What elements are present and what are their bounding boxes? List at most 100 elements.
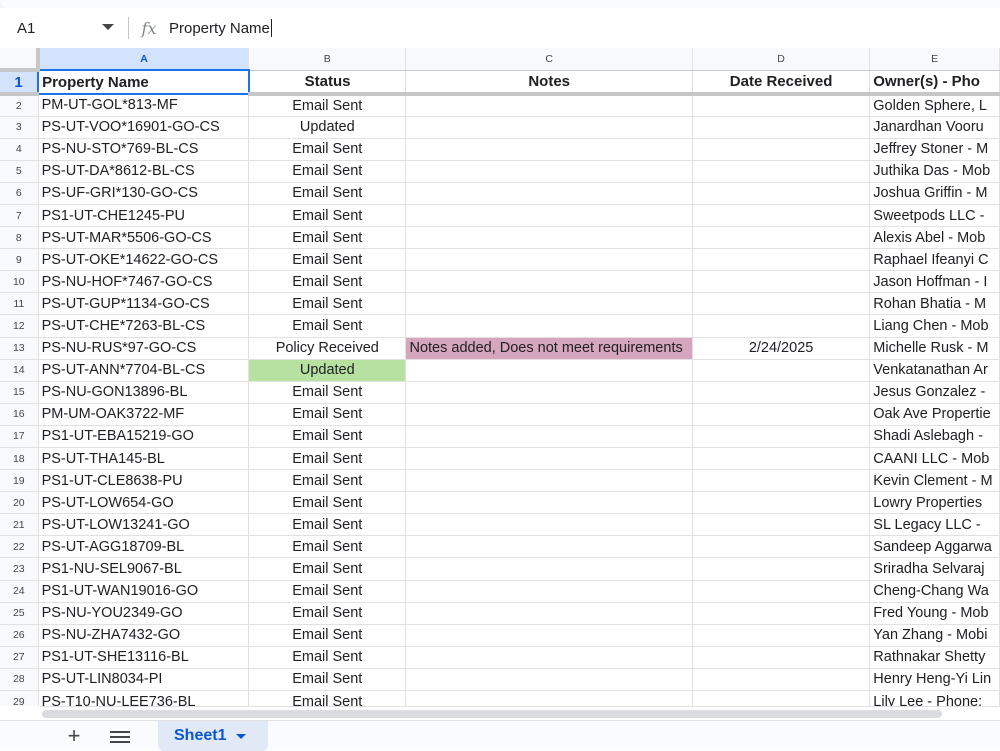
- grid-cell[interactable]: [405, 624, 693, 647]
- grid-cell[interactable]: Email Sent: [248, 535, 407, 559]
- grid-cell[interactable]: [405, 138, 693, 161]
- grid-cell[interactable]: [405, 491, 693, 515]
- grid-cell[interactable]: Email Sent: [248, 624, 407, 647]
- grid-cell[interactable]: [692, 116, 871, 139]
- chevron-down-icon[interactable]: [102, 24, 114, 30]
- grid-cell[interactable]: SL Legacy LLC -: [869, 513, 1000, 537]
- chevron-down-icon[interactable]: [236, 733, 247, 739]
- grid-cell[interactable]: [692, 557, 871, 581]
- grid-cell[interactable]: Jesus Gonzalez -: [869, 381, 1000, 404]
- grid-cell[interactable]: Henry Heng-Yi Lin: [869, 668, 1000, 692]
- grid-cell[interactable]: [692, 690, 871, 706]
- row-number[interactable]: 2: [0, 94, 39, 117]
- row-number[interactable]: 11: [0, 292, 39, 316]
- grid-cell[interactable]: [692, 668, 871, 692]
- grid-cell[interactable]: [405, 270, 693, 294]
- grid-cell[interactable]: Email Sent: [248, 248, 407, 272]
- row-number[interactable]: 17: [0, 425, 39, 449]
- grid-cell[interactable]: Email Sent: [248, 425, 407, 449]
- grid-cell[interactable]: PS-NU-ZHA7432-GO: [38, 624, 250, 647]
- grid-cell[interactable]: Michelle Rusk - M: [869, 337, 1000, 360]
- grid-cell[interactable]: [405, 403, 693, 426]
- grid-cell[interactable]: [405, 226, 693, 250]
- row-number[interactable]: 12: [0, 314, 39, 338]
- grid-cell[interactable]: [692, 182, 871, 205]
- grid-cell[interactable]: Email Sent: [248, 469, 407, 493]
- grid-cell[interactable]: PS-T10-NU-LEE736-BL: [38, 690, 250, 706]
- grid-cell[interactable]: [405, 425, 693, 449]
- grid-cell[interactable]: [692, 403, 871, 426]
- grid-cell[interactable]: Email Sent: [248, 226, 407, 250]
- grid-cell[interactable]: Sandeep Aggarwa: [869, 535, 1000, 559]
- grid-cell[interactable]: Alexis Abel - Mob: [869, 226, 1000, 250]
- grid-cell[interactable]: [692, 447, 871, 471]
- grid-cell[interactable]: Janardhan Vooru: [869, 116, 1000, 139]
- grid-cell[interactable]: [405, 557, 693, 581]
- header-cell[interactable]: Notes: [405, 70, 693, 96]
- grid-cell[interactable]: Email Sent: [248, 557, 407, 581]
- grid-cell[interactable]: PS-UT-VOO*16901-GO-CS: [38, 116, 250, 139]
- grid-cell[interactable]: PS-UF-GRI*130-GO-CS: [38, 182, 250, 205]
- grid-cell[interactable]: Email Sent: [248, 182, 407, 205]
- grid-cell[interactable]: Lowry Properties: [869, 491, 1000, 515]
- grid-cell[interactable]: Golden Sphere, L: [869, 94, 1000, 117]
- row-number[interactable]: 26: [0, 624, 39, 647]
- grid-cell[interactable]: PS-UT-OKE*14622-GO-CS: [38, 248, 250, 272]
- grid-cell[interactable]: [692, 226, 871, 250]
- grid-cell[interactable]: [405, 381, 693, 404]
- grid-cell[interactable]: PS-UT-MAR*5506-GO-CS: [38, 226, 250, 250]
- grid-cell[interactable]: Raphael Ifeanyi C: [869, 248, 1000, 272]
- grid-cell[interactable]: Email Sent: [248, 513, 407, 537]
- header-cell[interactable]: Owner(s) - Pho: [869, 70, 1000, 96]
- grid-cell[interactable]: [405, 248, 693, 272]
- grid-cell[interactable]: PS-NU-HOF*7467-GO-CS: [38, 270, 250, 294]
- grid-cell[interactable]: Email Sent: [248, 602, 407, 625]
- grid-cell[interactable]: PS-UT-AGG18709-BL: [38, 535, 250, 559]
- grid-cell[interactable]: [405, 292, 693, 316]
- grid-cell[interactable]: [692, 624, 871, 647]
- grid-cell[interactable]: PS1-UT-SHE13116-BL: [38, 646, 250, 669]
- grid-cell[interactable]: [692, 381, 871, 404]
- row-number[interactable]: 5: [0, 160, 39, 183]
- grid-cell[interactable]: Sweetpods LLC -: [869, 204, 1000, 228]
- grid-cell[interactable]: Jason Hoffman - I: [869, 270, 1000, 294]
- grid-cell[interactable]: [692, 94, 871, 117]
- row-number[interactable]: 21: [0, 513, 39, 537]
- grid-cell[interactable]: Email Sent: [248, 491, 407, 515]
- grid-cell[interactable]: [405, 469, 693, 493]
- grid-cell[interactable]: [405, 182, 693, 205]
- grid-cell[interactable]: PS-NU-STO*769-BL-CS: [38, 138, 250, 161]
- grid-cell[interactable]: [405, 94, 693, 117]
- grid-cell[interactable]: [405, 668, 693, 692]
- grid-cell[interactable]: [405, 116, 693, 139]
- grid-cell[interactable]: Email Sent: [248, 314, 407, 338]
- grid-cell[interactable]: Policy Received: [248, 337, 407, 360]
- row-number[interactable]: 6: [0, 182, 39, 205]
- row-number[interactable]: 28: [0, 668, 39, 692]
- grid-cell[interactable]: Oak Ave Propertie: [869, 403, 1000, 426]
- grid-cell[interactable]: [692, 160, 871, 183]
- grid-cell[interactable]: Juthika Das - Mob: [869, 160, 1000, 183]
- column-header-c[interactable]: C: [405, 48, 693, 71]
- grid-cell[interactable]: Email Sent: [248, 646, 407, 669]
- grid-cell[interactable]: [405, 513, 693, 537]
- grid-cell[interactable]: Yan Zhang - Mobi: [869, 624, 1000, 647]
- row-number[interactable]: 27: [0, 646, 39, 669]
- grid-cell[interactable]: Email Sent: [248, 292, 407, 316]
- select-all-corner[interactable]: [0, 48, 41, 72]
- name-box[interactable]: A1: [0, 8, 128, 48]
- grid-cell[interactable]: PS-UT-LOW13241-GO: [38, 513, 250, 537]
- grid-cell[interactable]: PS-NU-RUS*97-GO-CS: [38, 337, 250, 360]
- grid-cell[interactable]: PS1-UT-EBA15219-GO: [38, 425, 250, 449]
- grid-cell[interactable]: [405, 204, 693, 228]
- grid-cell[interactable]: PS-NU-YOU2349-GO: [38, 602, 250, 625]
- grid-cell[interactable]: [692, 204, 871, 228]
- grid-cell[interactable]: PM-UM-OAK3722-MF: [38, 403, 250, 426]
- row-number[interactable]: 29: [0, 690, 39, 706]
- grid-cell[interactable]: Email Sent: [248, 204, 407, 228]
- grid-cell[interactable]: Fred Young - Mob: [869, 602, 1000, 625]
- grid-cell[interactable]: [692, 248, 871, 272]
- grid-cell[interactable]: PS-UT-LIN8034-PI: [38, 668, 250, 692]
- row-number[interactable]: 15: [0, 381, 39, 404]
- grid-cell[interactable]: Email Sent: [248, 160, 407, 183]
